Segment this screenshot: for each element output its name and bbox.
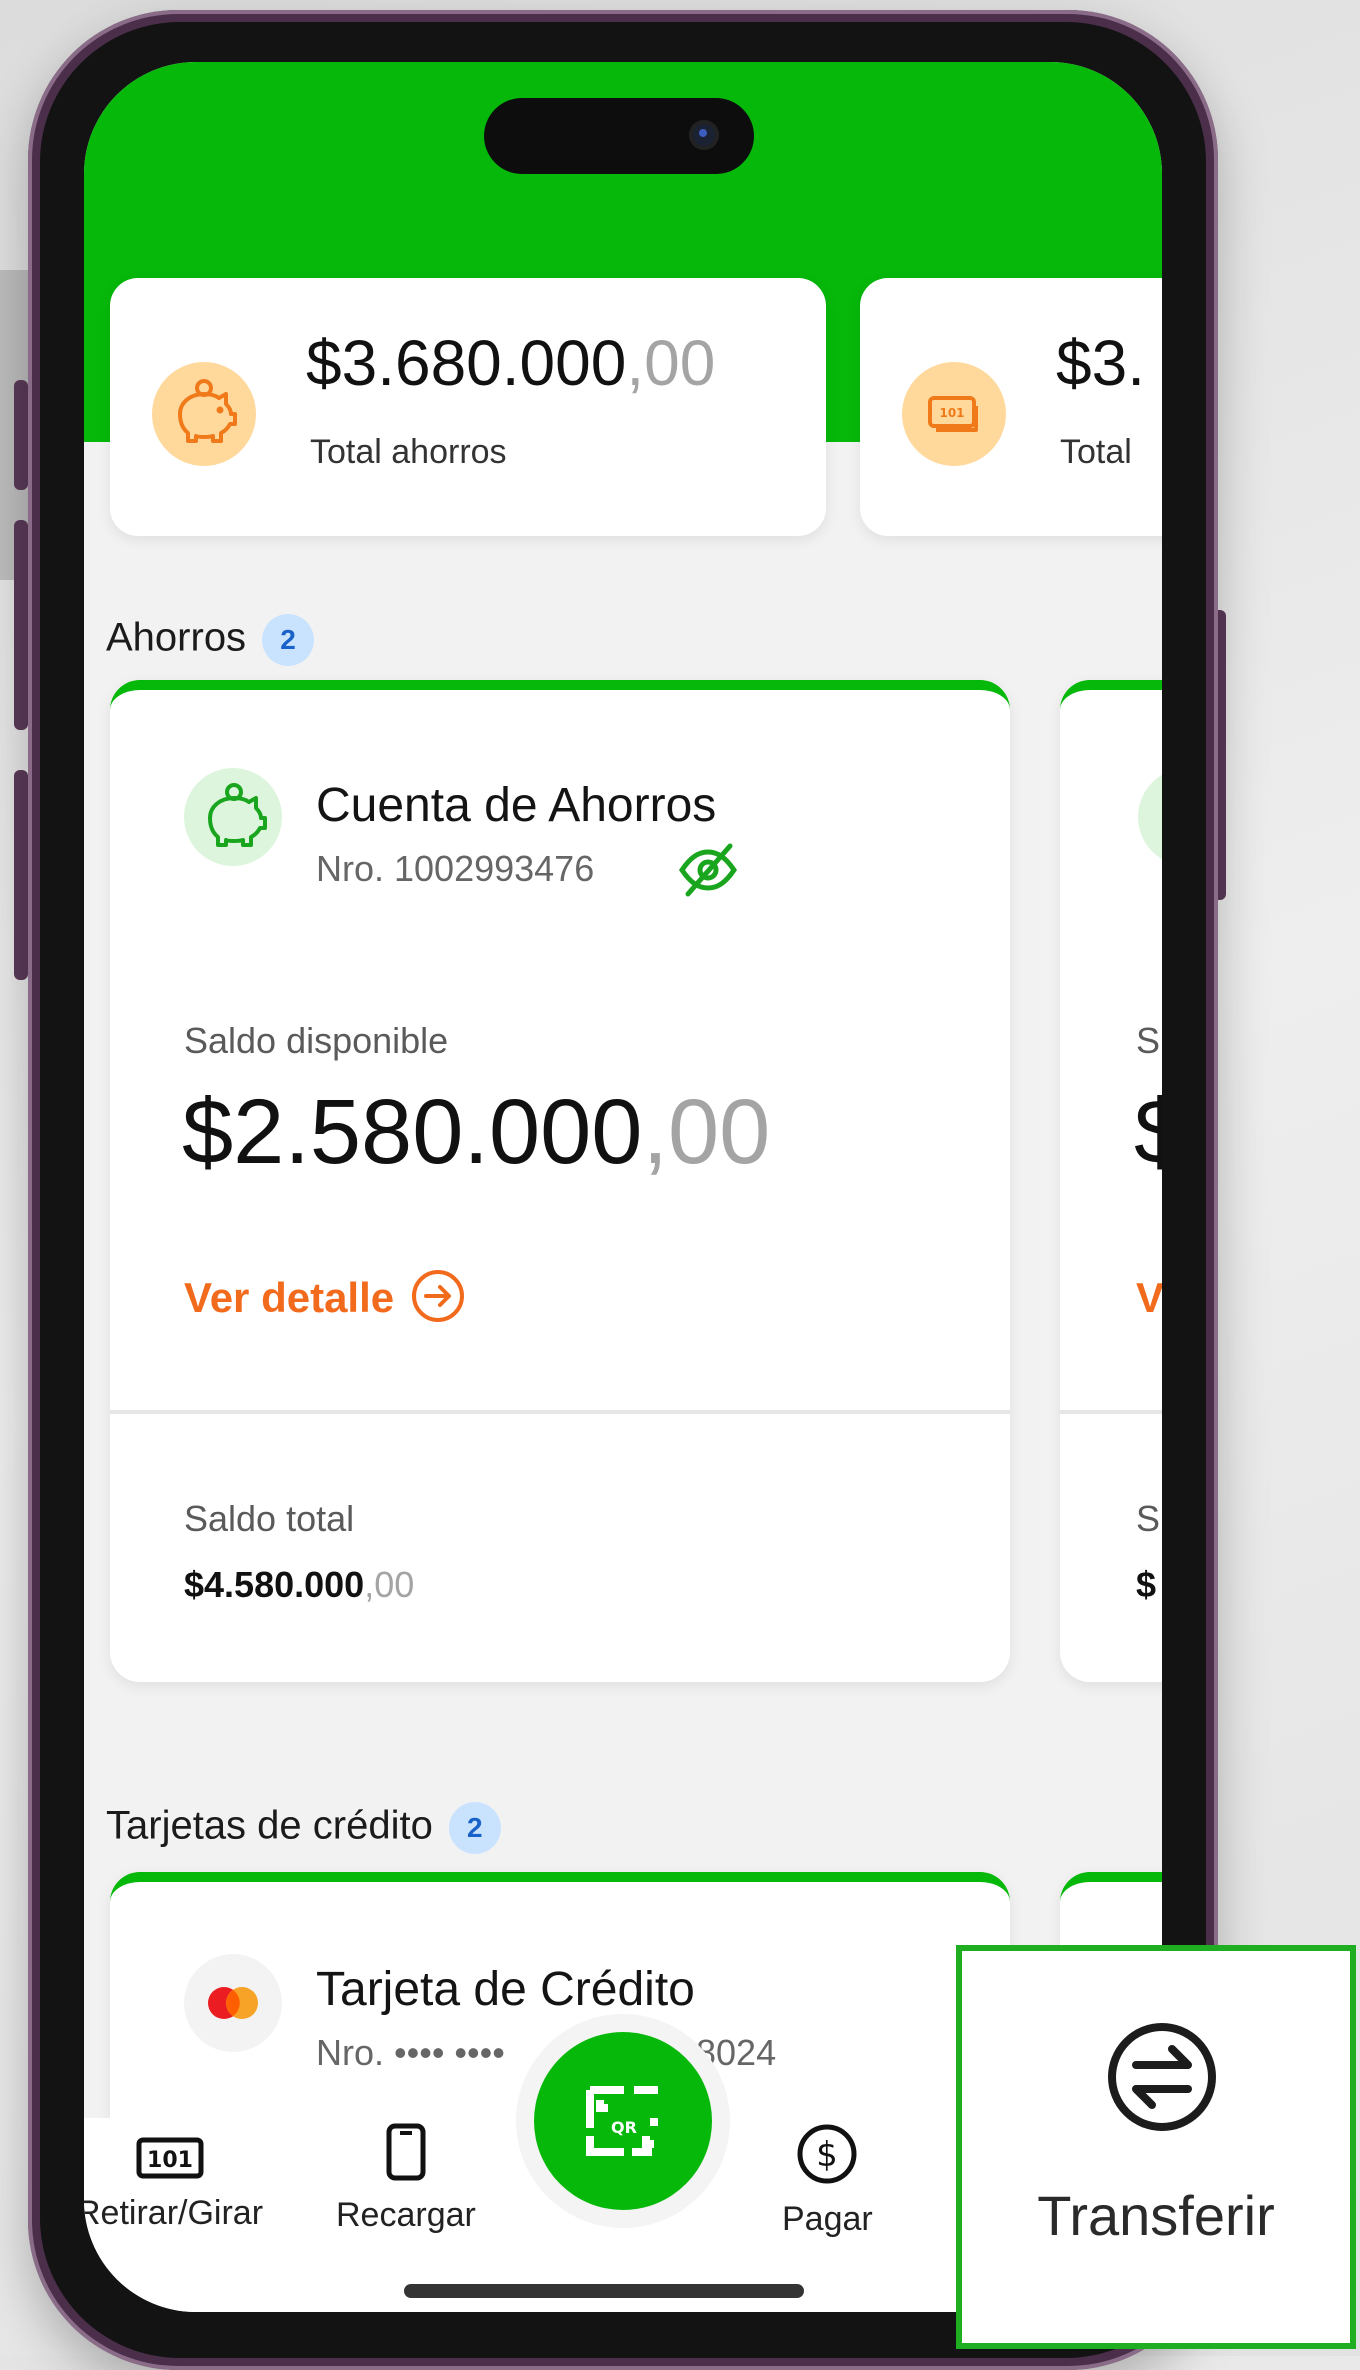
nav-withdraw-label: Retirar/Girar [84,2194,264,2232]
camera-icon [689,120,719,150]
credit-section-title: Tarjetas de crédito [106,1803,433,1848]
qr-scan-icon: QR [586,2086,658,2156]
savings-section-title: Ahorros [106,615,247,660]
credit-card-number: Nro. •••• •••• [316,2032,505,2073]
available-balance-amount: $2.580.000,00 [182,1081,771,1183]
nav-pay-label: Pagar [782,2200,873,2238]
total-savings-label: Total ahorros [310,433,507,471]
second-available-amount: $ [1134,1080,1162,1185]
svg-text:$: $ [817,2135,839,2175]
svg-text:101: 101 [939,406,964,420]
account-title: Cuenta de Ahorros [316,779,717,832]
savings-section-header: Ahorros 2 [106,614,315,666]
account-number: Nro. 1002993476 [316,848,595,889]
phone-side-button [14,770,28,980]
available-balance-label: Saldo disponible [184,1020,449,1061]
second-available-label: S [1136,1020,1161,1061]
transfer-label: Transferir [1037,2184,1275,2247]
credit-card-title: Tarjeta de Crédito [316,1963,695,2016]
cash-icon: 101 [136,2137,204,2179]
piggy-bank-icon [152,362,256,466]
dollar-circle-icon: $ [797,2124,857,2184]
svg-text:101: 101 [147,2148,193,2173]
dynamic-island [484,98,754,174]
nav-withdraw[interactable]: 101 Retirar/Girar [84,2136,263,2233]
summary-card-savings[interactable]: $3.680.000,00 Total ahorros [110,278,826,536]
piggy-bank-icon [184,768,282,866]
summary-card-second[interactable]: 101 $3. Total [860,278,1162,536]
svg-text:QR: QR [611,2118,637,2137]
second-total-amount: $3. [1056,327,1145,399]
total-balance-label: Saldo total [184,1498,355,1539]
second-account-card[interactable]: S $ V S $ [1060,680,1162,1682]
second-total-label: S [1136,1498,1161,1539]
arrow-circle-right-icon[interactable] [410,1268,466,1324]
credit-section-header: Tarjetas de crédito 2 [106,1802,501,1854]
hide-balance-eye-icon[interactable] [676,840,740,900]
nav-recharge[interactable]: Recargar [336,2123,476,2235]
savings-count-badge: 2 [262,614,315,666]
phone-icon [386,2123,426,2181]
mastercard-icon [184,1954,282,2052]
phone-side-button [14,380,28,490]
nav-recharge-label: Recargar [336,2196,476,2234]
home-indicator [404,2284,804,2298]
transfer-callout[interactable]: Transferir [956,1945,1356,2349]
card-divider [1060,1410,1162,1414]
total-savings-amount: $3.680.000,00 [306,327,716,399]
second-total-label: Total [1060,433,1132,471]
savings-account-card[interactable]: Cuenta de Ahorros Nro. 1002993476 Saldo … [110,680,1010,1682]
second-view-detail-link[interactable]: V [1136,1274,1162,1322]
view-detail-link[interactable]: Ver detalle [184,1274,394,1322]
total-balance-amount: $4.580.000,00 [184,1564,415,1605]
account-icon [1138,768,1162,866]
card-divider [110,1410,1010,1414]
qr-scan-button[interactable]: QR [534,2032,712,2210]
nav-pay[interactable]: $ Pagar [782,2124,873,2239]
credit-count-badge: 2 [448,1802,501,1854]
second-total-amount: $ [1136,1564,1157,1605]
transfer-arrows-icon [1108,2023,1216,2131]
cash-icon: 101 [902,362,1006,466]
phone-side-button [14,520,28,730]
